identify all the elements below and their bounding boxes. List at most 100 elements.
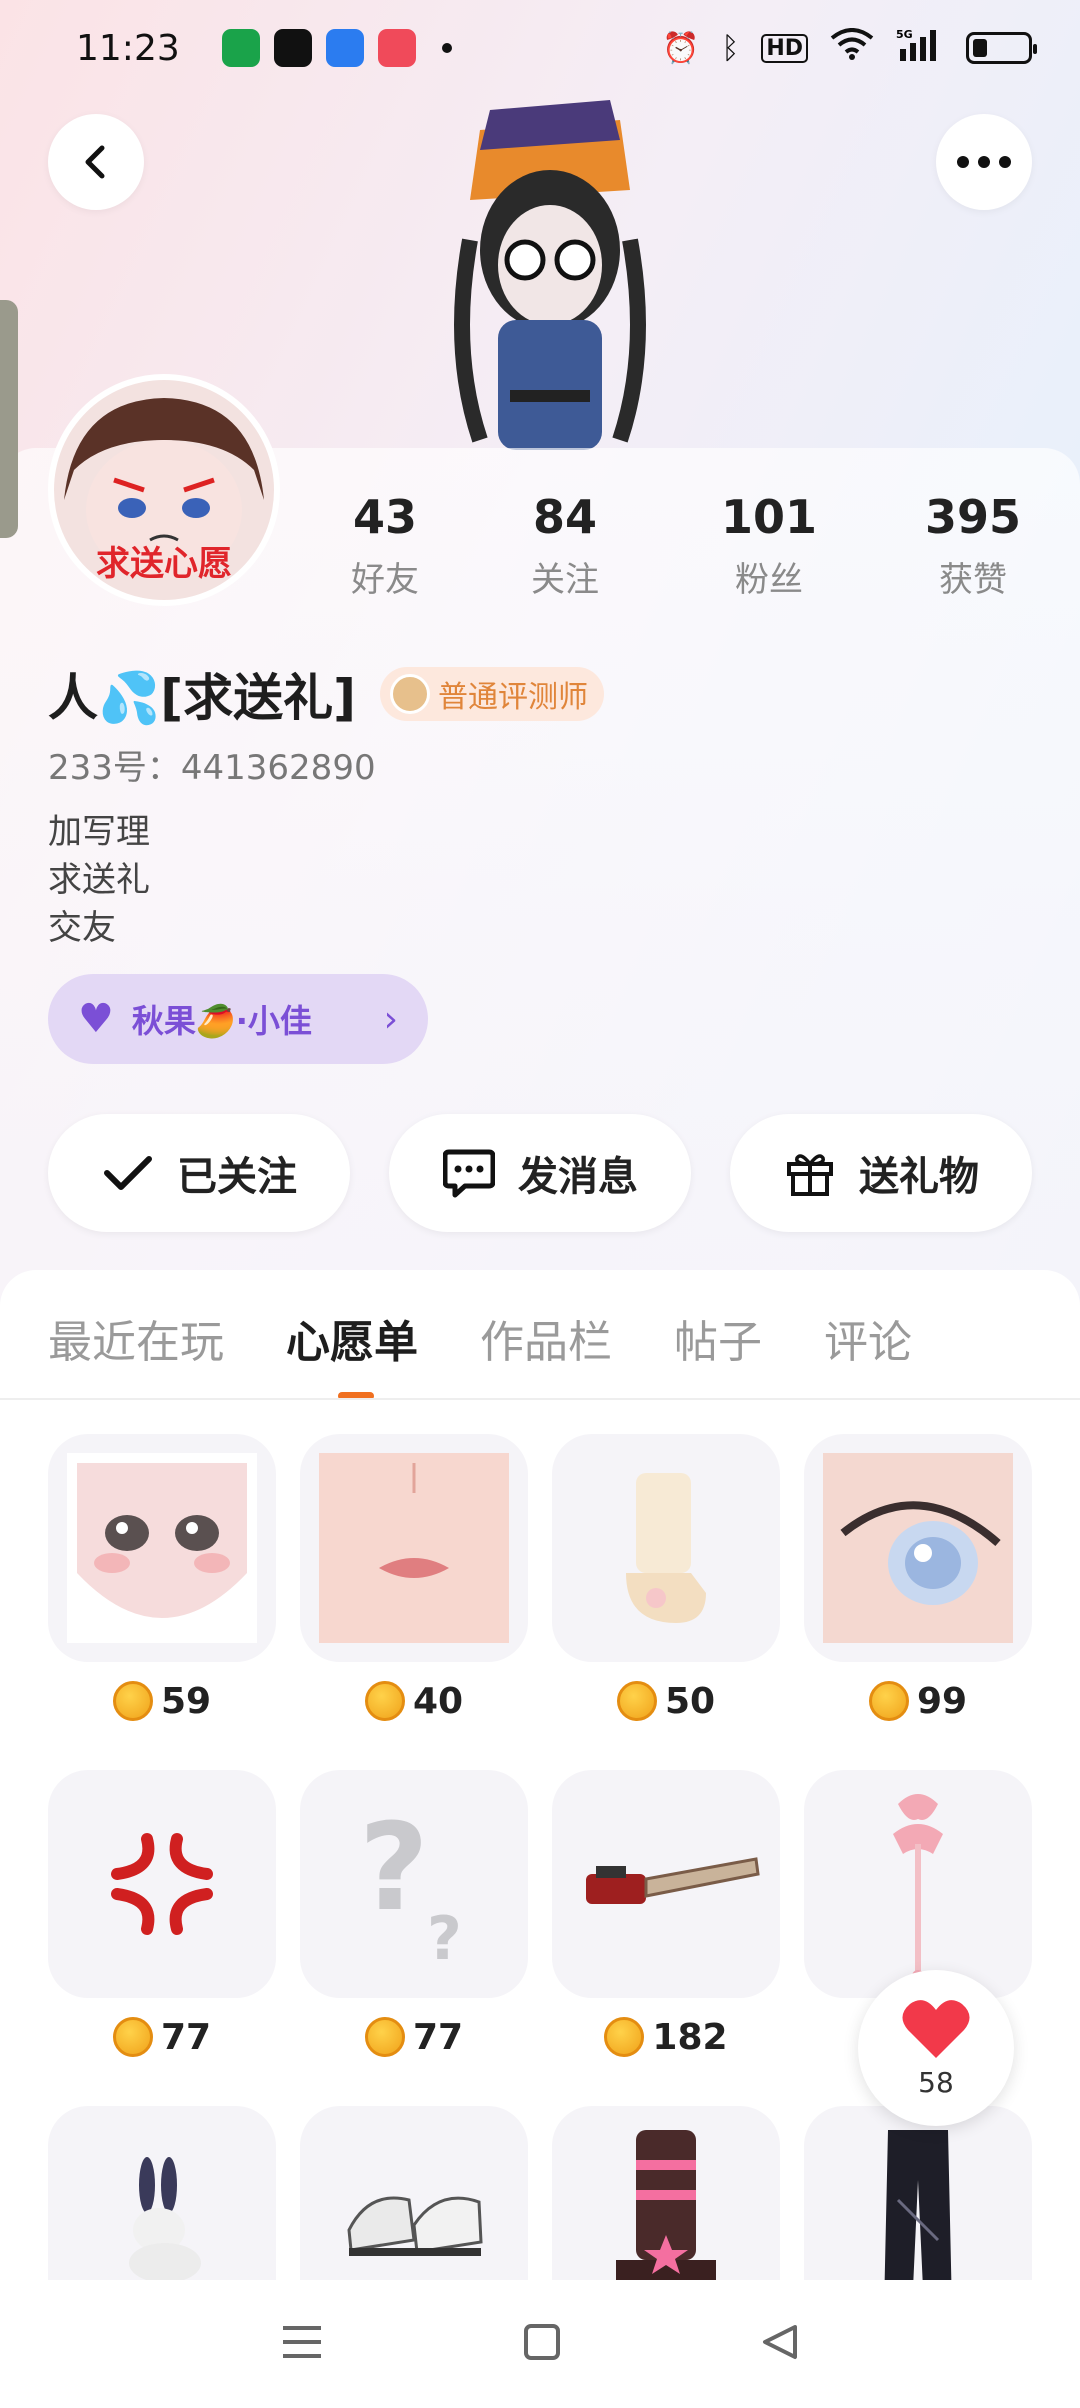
eye-item-icon xyxy=(823,1453,1013,1643)
title-badge[interactable]: 普通评测师 xyxy=(379,667,604,721)
item-thumbnail xyxy=(804,1434,1032,1662)
item-price-row: 77 xyxy=(48,1998,276,2076)
tab-comments[interactable]: 评论 xyxy=(824,1306,912,1370)
tab-wishlist[interactable]: 心愿单 xyxy=(286,1306,418,1370)
wishlist-item[interactable] xyxy=(300,2106,528,2280)
chainsaw-item-icon xyxy=(586,1857,760,1904)
side-drawer-handle[interactable] xyxy=(0,300,18,538)
avatar-wish-badge: 求送心愿 xyxy=(96,544,232,584)
stat-label: 粉丝 xyxy=(735,560,803,600)
item-thumbnail xyxy=(48,1434,276,1662)
socks-item-icon xyxy=(626,1473,706,1623)
svg-text:?: ? xyxy=(427,1904,462,1969)
wishlist-item[interactable]: 50 xyxy=(552,1434,780,1740)
wishlist-grid: 59 40 50 99 77 ? ? 77 182 xyxy=(48,1434,1032,2280)
sneakers-item-icon xyxy=(347,2196,483,2256)
coin-icon xyxy=(112,2017,153,2057)
item-thumbnail: ?? xyxy=(300,1770,528,1998)
home-icon[interactable] xyxy=(523,2323,561,2365)
oppo-app-icon xyxy=(221,29,260,67)
wishlist-item[interactable]: 59 xyxy=(48,1434,276,1740)
stat-likes[interactable]: 395 获赞 xyxy=(908,490,1038,601)
rabbit-item-icon xyxy=(129,2157,201,2280)
cp-relationship-chip[interactable]: ♥ 秋果🥭·小佳 › xyxy=(48,974,428,1064)
bow-wand-item-icon xyxy=(893,1794,943,1982)
item-price: 77 xyxy=(412,2016,464,2058)
cp-label: 秋果🥭·小佳 xyxy=(131,1002,312,1040)
wifi-icon xyxy=(830,28,874,68)
wishlist-item[interactable] xyxy=(552,2106,780,2280)
shop-app-icon xyxy=(377,29,416,67)
wishlist-item[interactable]: ?? 77 xyxy=(300,1770,528,2076)
chat-bubble-icon xyxy=(442,1146,496,1200)
tab-posts[interactable]: 帖子 xyxy=(674,1306,762,1370)
profile-tabs: 最近在玩 心愿单 作品栏 帖子 评论 xyxy=(0,1270,1080,1400)
coin-icon xyxy=(364,1681,405,1721)
send-gift-button[interactable]: 送礼物 xyxy=(730,1114,1032,1232)
wishlist-panel: 59 40 50 99 77 ? ? 77 182 xyxy=(0,1400,1080,2280)
message-button[interactable]: 发消息 xyxy=(389,1114,691,1232)
wishlist-item[interactable] xyxy=(804,2106,1032,2280)
black-pants-item-icon xyxy=(884,2130,952,2280)
character-avatar-illustration xyxy=(454,100,646,450)
back-button[interactable] xyxy=(48,114,144,210)
question-mark-icon: ?? xyxy=(359,1799,462,1969)
item-price: 77 xyxy=(160,2016,212,2058)
stat-label: 关注 xyxy=(531,560,599,600)
followed-button[interactable]: 已关注 xyxy=(48,1114,350,1232)
stat-value: 101 xyxy=(720,490,818,544)
wishlist-item[interactable]: 77 xyxy=(48,1770,276,2076)
menu-icon[interactable] xyxy=(281,2324,323,2364)
bio-line: 交友 xyxy=(48,908,116,948)
notification-dot xyxy=(441,43,452,53)
item-price-row: 50 xyxy=(552,1662,780,1740)
back-triangle-icon[interactable] xyxy=(761,2323,799,2365)
item-price-row: 77 xyxy=(300,1998,528,2076)
chevron-right-icon: › xyxy=(383,998,398,1040)
anger-mark-icon xyxy=(111,1833,213,1935)
stat-label: 好友 xyxy=(351,560,419,600)
signal-icon: 5G xyxy=(896,27,944,69)
stat-value: 395 xyxy=(924,490,1022,544)
bio-line: 加写理 xyxy=(48,812,150,852)
tab-works[interactable]: 作品栏 xyxy=(480,1306,612,1370)
coin-icon xyxy=(112,1681,153,1721)
title-badge-label: 普通评测师 xyxy=(437,680,588,715)
stat-value: 84 xyxy=(532,490,597,544)
wishlist-item[interactable]: 99 xyxy=(804,1434,1032,1740)
system-nav-bar xyxy=(0,2280,1080,2408)
coin-icon xyxy=(604,2017,645,2057)
bio-line: 求送礼 xyxy=(48,860,150,900)
like-button[interactable]: 58 xyxy=(858,1970,1014,2126)
more-dots-icon xyxy=(957,156,1011,168)
wishlist-item[interactable]: 40 xyxy=(300,1434,528,1740)
stat-followers[interactable]: 101 粉丝 xyxy=(704,490,834,601)
coin-icon xyxy=(364,2017,405,2057)
wishlist-item[interactable]: 182 xyxy=(552,1770,780,2076)
stat-following[interactable]: 84 关注 xyxy=(500,490,630,601)
stats-row: 43 好友 84 关注 101 粉丝 395 获赞 xyxy=(320,490,1040,601)
wishlist-item[interactable] xyxy=(48,2106,276,2280)
back-arrow-icon xyxy=(85,145,105,179)
item-price-row: 99 xyxy=(804,1662,1032,1740)
item-thumbnail xyxy=(552,1770,780,1998)
lips-item-icon xyxy=(319,1453,509,1643)
tab-recent-play[interactable]: 最近在玩 xyxy=(48,1306,224,1370)
status-bar: 11:23 ⏰ ᛒ HD 5G xyxy=(0,0,1080,96)
more-button[interactable] xyxy=(936,114,1032,210)
item-thumbnail xyxy=(300,1434,528,1662)
item-thumbnail xyxy=(804,2106,1032,2280)
reviewer-badge-icon xyxy=(389,674,430,714)
heart-icon xyxy=(902,1999,970,2058)
send-gift-label: 送礼物 xyxy=(859,1154,979,1200)
hd-icon: HD xyxy=(761,33,808,63)
followed-label: 已关注 xyxy=(177,1154,297,1200)
status-time: 11:23 xyxy=(76,27,180,69)
face-item-icon xyxy=(67,1453,257,1643)
message-label: 发消息 xyxy=(518,1154,638,1200)
item-price: 182 xyxy=(652,2016,728,2058)
stat-friends[interactable]: 43 好友 xyxy=(320,490,450,601)
status-app-icons xyxy=(221,29,452,67)
dewu-app-icon xyxy=(273,29,312,67)
item-price-row: 182 xyxy=(552,1998,780,2076)
